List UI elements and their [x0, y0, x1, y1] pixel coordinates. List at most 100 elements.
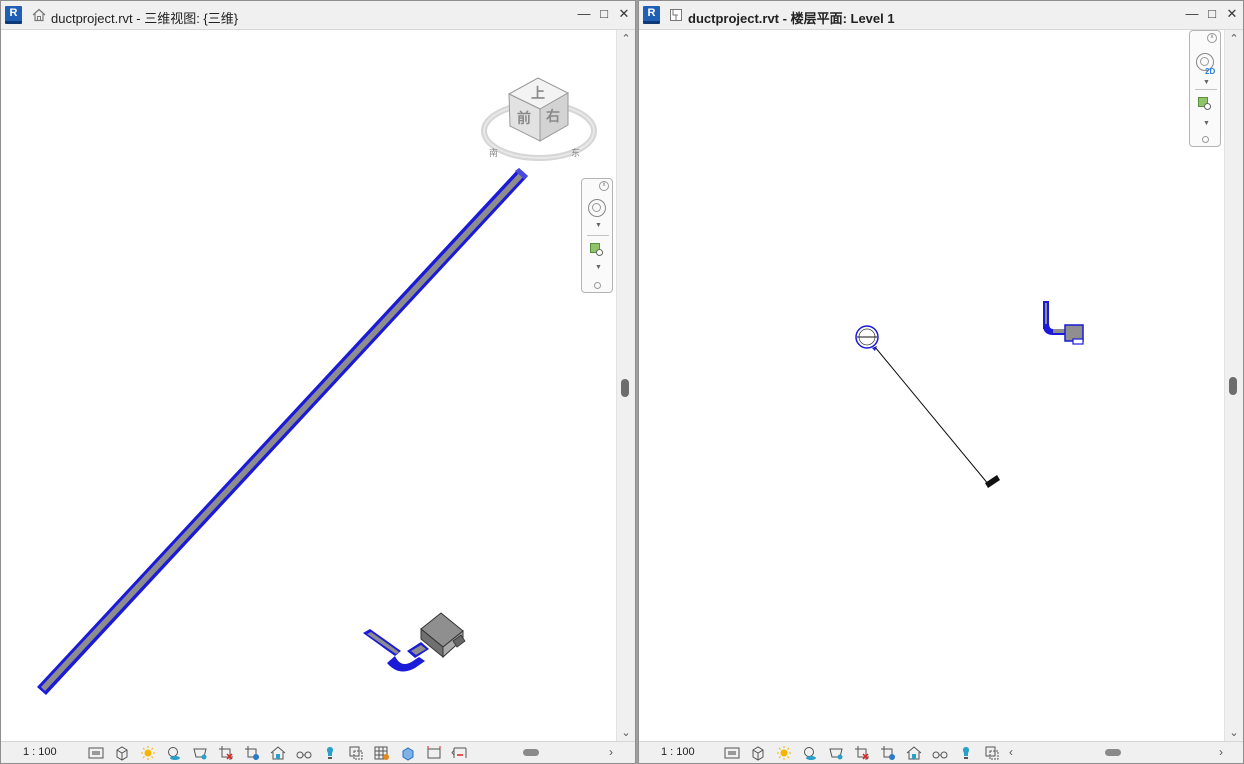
lock-3d-icon-glyph [270, 746, 286, 760]
detail-level-icon-glyph [724, 747, 740, 759]
design-options-icon-glyph [374, 746, 389, 760]
visual-style-icon-glyph [116, 746, 128, 761]
navbar-grip-icon[interactable] [594, 282, 601, 289]
render-icon-glyph [193, 748, 207, 760]
navbar-close-icon[interactable]: x [599, 181, 609, 191]
scroll-thumb[interactable] [621, 379, 629, 397]
show-crop-icon[interactable] [240, 745, 266, 761]
shadows-icon-glyph [168, 747, 180, 760]
temporary-hide-icon-glyph [296, 751, 312, 759]
reveal-hidden-icon-glyph [326, 747, 334, 759]
scroll-thumb-horizontal[interactable] [1105, 749, 1121, 756]
horizontal-scrollbar[interactable]: ‹ › [1007, 745, 1225, 760]
vertical-scrollbar[interactable]: ⌃ ⌄ [616, 30, 635, 741]
worksharing-icon[interactable] [928, 745, 954, 761]
steering-wheel-icon[interactable] [588, 199, 606, 217]
scale-selector[interactable]: 1 : 100 [23, 746, 57, 758]
scroll-right-icon[interactable]: › [1219, 745, 1223, 759]
worksharing-icon-glyph [349, 746, 363, 760]
viewcube-compass-right[interactable]: 东 [571, 147, 580, 158]
temporary-hide-icon[interactable] [876, 745, 902, 761]
chevron-down-icon[interactable]: ▼ [1203, 120, 1210, 127]
viewcube-right-label[interactable]: 右 [545, 108, 560, 125]
sun-path-icon-glyph [141, 746, 155, 760]
temporary-hide-icon-glyph [881, 746, 895, 760]
navigation-bar[interactable]: x 2D ▼ ▼ [1189, 30, 1221, 147]
crop-view-icon[interactable] [824, 745, 850, 761]
sun-path-icon-glyph [777, 746, 791, 760]
view-window-plan[interactable]: R ductproject.rvt - 楼层平面: Level 1 — □ ✕ [638, 0, 1244, 764]
reveal-hidden-icon[interactable] [902, 745, 928, 761]
view-window-3d[interactable]: R ductproject.rvt - 三维视图: {三维} — □ ✕ 上 前… [0, 0, 636, 764]
sun-path-icon[interactable] [772, 745, 798, 761]
detail-level-icon[interactable] [720, 745, 746, 761]
scroll-thumb-horizontal[interactable] [523, 749, 539, 756]
scroll-thumb[interactable] [1229, 377, 1237, 395]
design-options-icon-glyph [962, 747, 970, 759]
crop-view-icon-glyph [219, 746, 233, 760]
scroll-left-icon[interactable]: ‹ [451, 745, 455, 759]
scroll-up-icon[interactable]: ⌃ [617, 32, 635, 45]
navbar-separator [1195, 89, 1217, 90]
viewcube-front-label[interactable]: 前 [517, 110, 531, 127]
worksharing-icon-glyph [932, 751, 948, 759]
visual-style-icon-glyph [752, 746, 764, 761]
2d-tag: 2D [1205, 67, 1216, 76]
horizontal-scrollbar[interactable]: ‹ › [449, 745, 615, 760]
analytical-model-icon[interactable] [980, 745, 1006, 761]
render-icon[interactable] [188, 745, 214, 761]
temporary-hide-icon[interactable] [292, 745, 318, 761]
scroll-up-icon[interactable]: ⌃ [1225, 32, 1243, 45]
navigation-bar[interactable]: x ▼ ▼ [581, 178, 613, 293]
crop-view-icon[interactable] [214, 745, 240, 761]
analytical-model-icon-glyph [402, 747, 414, 761]
reveal-hidden-icon-glyph [906, 746, 922, 760]
navbar-grip-icon[interactable] [1202, 136, 1209, 143]
viewcube-compass-left[interactable]: 南 [489, 147, 498, 158]
crop-view-icon-glyph [829, 748, 843, 760]
view-control-bar: 1 : 100 ‹ › [639, 741, 1243, 763]
viewcube[interactable]: 上 前 右 南 东 [481, 77, 597, 161]
highlight-displacement-icon[interactable] [422, 745, 448, 761]
duct-elbow-with-box[interactable] [363, 612, 466, 672]
duct-run-diagonal[interactable] [37, 168, 528, 695]
scroll-down-icon[interactable]: ⌄ [617, 726, 635, 739]
visual-style-icon[interactable] [110, 745, 136, 761]
plan-drawing-canvas[interactable] [639, 1, 1244, 764]
design-options-icon[interactable] [954, 745, 980, 761]
show-crop-icon-glyph [245, 746, 259, 760]
3d-drawing-canvas[interactable]: 上 前 右 南 东 [1, 1, 636, 764]
detail-level-icon-glyph [88, 747, 104, 759]
visual-style-icon[interactable] [746, 745, 772, 761]
chevron-down-icon[interactable]: ▼ [595, 264, 602, 271]
duct-riser-symbol[interactable] [855, 325, 1000, 488]
navbar-close-icon[interactable]: x [1207, 33, 1217, 43]
analytical-model-icon-glyph [985, 746, 999, 760]
vertical-scrollbar[interactable]: ⌃ ⌄ [1224, 30, 1243, 741]
analytical-model-icon[interactable] [396, 745, 422, 761]
shadows-icon[interactable] [162, 745, 188, 761]
duct-elbow-plan[interactable] [1043, 301, 1084, 345]
highlight-displacement-icon-glyph [427, 746, 441, 759]
chevron-down-icon[interactable]: ▼ [1203, 79, 1210, 86]
scroll-down-icon[interactable]: ⌄ [1225, 726, 1243, 739]
scale-selector[interactable]: 1 : 100 [661, 746, 695, 758]
shadows-icon-glyph [804, 747, 816, 760]
show-crop-icon[interactable] [850, 745, 876, 761]
design-options-icon[interactable] [370, 745, 396, 761]
shadows-icon[interactable] [798, 745, 824, 761]
magnifier-icon [1204, 103, 1211, 110]
view-control-bar: 1 : 100 ‹ › [1, 741, 635, 763]
show-crop-icon-glyph [855, 746, 869, 760]
scroll-right-icon[interactable]: › [609, 745, 613, 759]
reveal-hidden-icon[interactable] [318, 745, 344, 761]
viewcube-top-label[interactable]: 上 [531, 86, 545, 102]
chevron-down-icon[interactable]: ▼ [595, 222, 602, 229]
navbar-separator [587, 235, 609, 236]
worksharing-icon[interactable] [344, 745, 370, 761]
sun-path-icon[interactable] [136, 745, 162, 761]
lock-3d-icon[interactable] [266, 745, 292, 761]
detail-level-icon[interactable] [84, 745, 110, 761]
magnifier-icon [596, 249, 603, 256]
scroll-left-icon[interactable]: ‹ [1009, 745, 1013, 759]
